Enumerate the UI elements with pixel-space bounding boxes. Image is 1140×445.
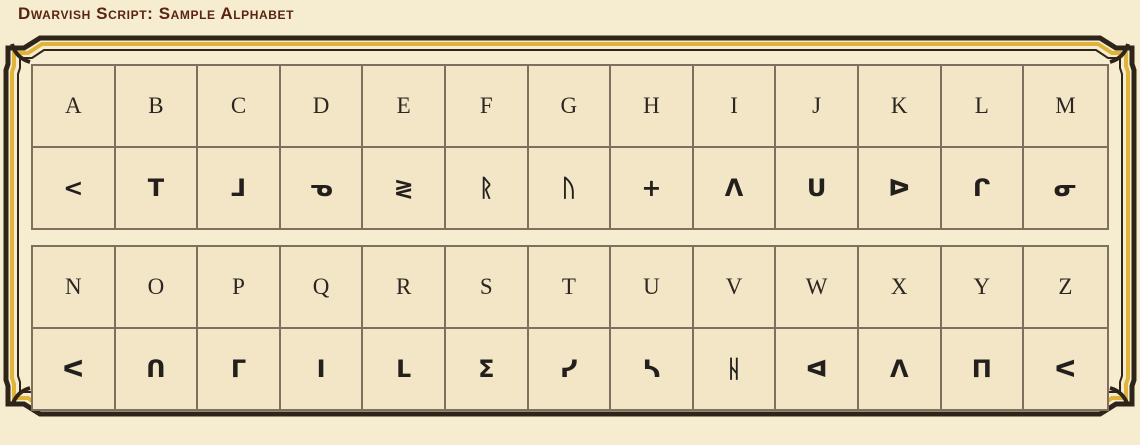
letter-cell: H	[611, 66, 694, 148]
letter-cell: V	[693, 247, 777, 329]
rune-cell: Γ	[198, 329, 281, 409]
rune-cell: Σ	[446, 329, 529, 409]
letter-cell: N	[33, 247, 116, 329]
rune-cell: ᐊ	[776, 329, 859, 409]
letter-cell: S	[445, 247, 529, 329]
letter-cell: T	[528, 247, 612, 329]
rune-cell: ≷	[363, 148, 446, 228]
rune-cell: T	[116, 148, 199, 228]
rune-cell: ᐅ	[859, 148, 942, 228]
rune-cell: ᓂ	[1053, 174, 1078, 202]
rune-cell: ᒋ	[942, 148, 1025, 228]
letter-cell: U	[611, 247, 694, 329]
rune-cell: ᚺ	[694, 329, 777, 409]
rune-cell: I	[281, 329, 364, 409]
rune-cell: ᓯ	[529, 329, 612, 409]
rune-cell: ᐱ	[859, 329, 942, 409]
rune-cell: ᐱ	[694, 148, 777, 228]
letter-cell: P	[198, 247, 281, 329]
letter-cell: R	[363, 247, 446, 329]
rune-cell: <	[33, 148, 116, 228]
rune-cell: ᚢ	[529, 148, 612, 228]
rune-cell: Π	[942, 329, 1025, 409]
letter-cell: M	[1024, 66, 1107, 148]
letter-cell: B	[115, 66, 199, 148]
rune-cell: ᚱ	[446, 148, 529, 228]
letter-cell: Y	[941, 247, 1025, 329]
letter-cell: I	[693, 66, 777, 148]
rune-cell: +	[611, 148, 694, 228]
letter-cell: L	[941, 66, 1025, 148]
letter-cell: E	[363, 66, 446, 148]
rune-cell: ᓴ	[611, 329, 694, 409]
letter-cell: K	[858, 66, 942, 148]
alphabet-table-a-to-m: A B C D E F G H I J K L M < T ᒧ ᓀ ≷ ᚱ ᚢ + ᐱ ᑌ ᐅ ᒋ ᓂ	[31, 64, 1109, 230]
letter-cell: Q	[280, 247, 364, 329]
letter-cell: O	[115, 247, 199, 329]
alphabet-table-n-to-z: NOPQRSTUVWXYZᐸᑎΓIᒪΣᓯᓴᚺᐊᐱΠᐸ	[31, 245, 1109, 411]
letter-cell: W	[776, 247, 859, 329]
rune-cell: ᒪ	[363, 329, 446, 409]
letter-cell: F	[445, 66, 529, 148]
rune-cell: ᒧ	[198, 148, 281, 228]
rune-cell: ᓀ	[281, 148, 364, 228]
letter-cell: J	[776, 66, 859, 148]
letter-cell: X	[858, 247, 942, 329]
letter-cell: D	[280, 66, 364, 148]
rune-cell: ᑎ	[116, 329, 199, 409]
letter-cell: A	[33, 66, 116, 148]
letter-cell: C	[198, 66, 281, 148]
letter-cell: Z	[1024, 247, 1107, 329]
letter-cell: G	[528, 66, 612, 148]
rune-cell: ᐸ	[33, 329, 116, 409]
rune-cell: ᑌ	[776, 148, 859, 228]
rune-cell: ᐸ	[1054, 355, 1077, 383]
